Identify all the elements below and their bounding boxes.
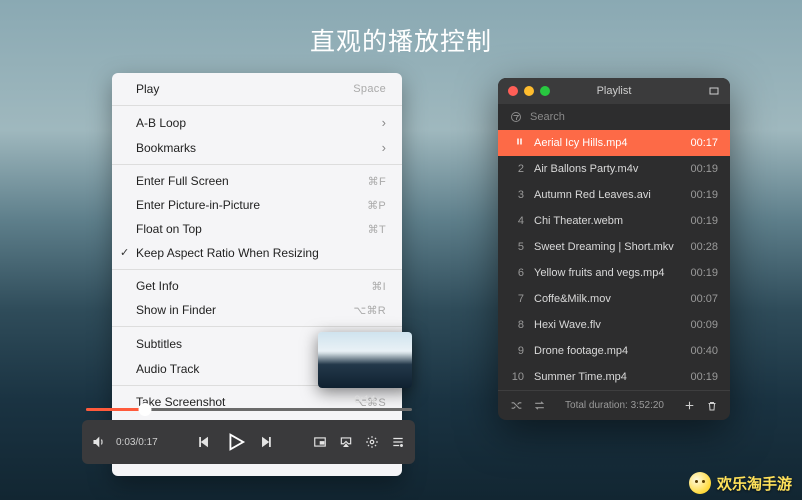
menu-keep-aspect-ratio[interactable]: ✓Keep Aspect Ratio When Resizing [112, 241, 402, 265]
pip-icon[interactable] [313, 435, 327, 449]
progress-bar[interactable] [86, 408, 412, 411]
airplay-icon[interactable] [339, 435, 353, 449]
playlist-toggle-icon[interactable] [391, 435, 405, 449]
watermark: 欢乐淘手游 [689, 472, 792, 494]
traffic-lights[interactable] [508, 86, 550, 96]
playlist-item-duration: 00:19 [690, 163, 718, 175]
playlist-items: Aerial Icy Hills.mp400:172Air Ballons Pa… [498, 130, 730, 390]
playlist-row[interactable]: 5Sweet Dreaming | Short.mkv00:28 [498, 234, 730, 260]
context-menu: PlaySpace A-B Loop Bookmarks Enter Full … [112, 73, 402, 476]
repeat-icon[interactable] [533, 399, 546, 412]
prev-button[interactable] [196, 435, 210, 449]
playlist-item-duration: 00:40 [690, 345, 718, 357]
playlist-item-duration: 00:19 [690, 189, 718, 201]
volume-icon[interactable] [92, 435, 106, 449]
playlist-row[interactable]: 10Summer Time.mp400:19 [498, 364, 730, 390]
progress-handle[interactable] [138, 403, 151, 416]
playlist-footer: Total duration: 3:52:20 [498, 390, 730, 420]
playlist-row[interactable]: 9Drone footage.mp400:40 [498, 338, 730, 364]
playlist-row[interactable]: 7Coffe&Milk.mov00:07 [498, 286, 730, 312]
time-display: 0:03/0:17 [116, 437, 158, 448]
menu-enter-fullscreen[interactable]: Enter Full Screen⌘F [112, 169, 402, 193]
seek-preview-time: 0:14 [318, 394, 412, 406]
playlist-row[interactable]: 4Chi Theater.webm00:19 [498, 208, 730, 234]
menu-play[interactable]: PlaySpace [112, 77, 402, 101]
playlist-item-duration: 00:28 [690, 241, 718, 253]
playlist-row[interactable]: 2Air Ballons Party.m4v00:19 [498, 156, 730, 182]
seek-preview-thumbnail [318, 332, 412, 388]
playlist-row[interactable]: 3Autumn Red Leaves.avi00:19 [498, 182, 730, 208]
playlist-window: Playlist Search Aerial Icy Hills.mp4 00:1… [498, 78, 730, 420]
pause-icon [510, 137, 524, 149]
menu-ab-loop[interactable]: A-B Loop [112, 110, 402, 135]
playlist-row[interactable]: 8Hexi Wave.flv00:09 [498, 312, 730, 338]
menu-get-info[interactable]: Get Info⌘I [112, 274, 402, 298]
filter-icon[interactable] [510, 111, 522, 123]
playlist-item-duration: 00:07 [690, 293, 718, 305]
play-button[interactable] [224, 431, 246, 453]
playlist-item-duration: 00:19 [690, 267, 718, 279]
playlist-item-name: Aerial Icy Hills.mp4 [534, 137, 680, 149]
playlist-item-name: Chi Theater.webm [534, 215, 680, 227]
playlist-search[interactable]: Search [498, 104, 730, 130]
playlist-item-name: Autumn Red Leaves.avi [534, 189, 680, 201]
playlist-row[interactable]: 6Yellow fruits and vegs.mp400:19 [498, 260, 730, 286]
next-button[interactable] [260, 435, 274, 449]
playlist-item-name: Yellow fruits and vegs.mp4 [534, 267, 680, 279]
playlist-item-duration: 00:19 [690, 215, 718, 227]
playlist-item-name: Summer Time.mp4 [534, 371, 680, 383]
playlist-titlebar[interactable]: Playlist [498, 78, 730, 104]
playlist-item-name: Drone footage.mp4 [534, 345, 680, 357]
playlist-item-duration: 00:19 [690, 371, 718, 383]
playlist-row[interactable]: Aerial Icy Hills.mp4 00:17 [498, 130, 730, 156]
player-controls: 0:03/0:17 [82, 420, 415, 464]
menu-show-in-finder[interactable]: Show in Finder⌥⌘R [112, 298, 402, 322]
menu-bookmarks[interactable]: Bookmarks [112, 135, 402, 160]
page-title: 直观的播放控制 [0, 22, 802, 58]
search-placeholder: Search [530, 111, 565, 123]
shuffle-icon[interactable] [510, 399, 523, 412]
smiley-icon [689, 472, 711, 494]
trash-icon[interactable] [706, 400, 718, 412]
playlist-item-duration: 00:09 [690, 319, 718, 331]
playlist-item-name: Coffe&Milk.mov [534, 293, 680, 305]
menu-enter-pip[interactable]: Enter Picture-in-Picture⌘P [112, 193, 402, 217]
total-duration: Total duration: 3:52:20 [556, 400, 673, 411]
menu-float-on-top[interactable]: Float on Top⌘T [112, 217, 402, 241]
playlist-item-name: Hexi Wave.flv [534, 319, 680, 331]
add-icon[interactable] [683, 399, 696, 412]
detach-icon[interactable] [708, 85, 720, 97]
playlist-item-duration: 00:17 [690, 137, 718, 149]
settings-icon[interactable] [365, 435, 379, 449]
playlist-item-name: Sweet Dreaming | Short.mkv [534, 241, 680, 253]
playlist-item-name: Air Ballons Party.m4v [534, 163, 680, 175]
